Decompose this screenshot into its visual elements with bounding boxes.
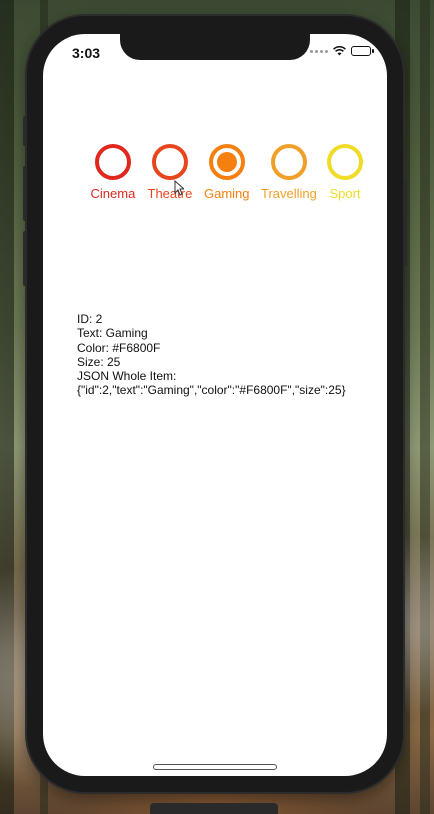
info-json-heading: JSON Whole Item: [77, 369, 177, 384]
home-indicator[interactable] [153, 764, 277, 770]
radio-selected-dot-icon [216, 152, 237, 172]
notch [120, 34, 310, 60]
volume-up-button [23, 166, 27, 221]
selector-item-label: Gaming [204, 186, 250, 201]
selector-item-label: Theatre [147, 186, 193, 201]
radio-ring-icon [208, 144, 245, 180]
selector-item-label: Cinema [90, 186, 136, 201]
radio-ring-icon [270, 144, 307, 180]
wifi-icon [333, 46, 346, 56]
selector-item-theatre[interactable]: Theatre [147, 144, 193, 201]
signal-icon [310, 49, 328, 53]
status-icons [310, 46, 374, 56]
mute-switch [23, 116, 27, 146]
info-color: Color: #F6800F [77, 340, 161, 355]
radio-ring-icon [327, 144, 363, 180]
info-size: Size: 25 [77, 354, 121, 369]
selector-item-gaming[interactable]: Gaming [204, 144, 250, 201]
info-text: Text: Gaming [77, 326, 148, 341]
phone-frame: 3:03 Cinema Theatre Gaming Travelling Sport … [23, 16, 407, 792]
selection-info: ID: 2 Text: Gaming Color: #F6800F Size: … [77, 312, 346, 398]
battery-icon [351, 46, 374, 56]
power-button [403, 181, 407, 266]
selector-item-travelling[interactable]: Travelling [261, 144, 317, 201]
selector-item-label: Travelling [261, 186, 317, 201]
status-time: 3:03 [72, 45, 101, 61]
volume-down-button [23, 231, 27, 286]
selector-item-cinema[interactable]: Cinema [90, 144, 136, 201]
app-screen: 3:03 Cinema Theatre Gaming Travelling Sport … [43, 34, 387, 776]
radio-ring-icon [151, 144, 188, 180]
selector-item-sport[interactable]: Sport [327, 144, 363, 201]
radio-ring-icon [94, 144, 131, 180]
info-id: ID: 2 [77, 312, 103, 326]
simulator-bottom-bar [150, 803, 278, 814]
interest-selector: Cinema Theatre Gaming Travelling Sport [79, 144, 369, 214]
mouse-pointer-icon [174, 180, 184, 196]
info-json-value: {"id":2,"text":"Gaming","color":"#F6800F… [77, 383, 346, 398]
selector-item-label: Sport [329, 186, 361, 201]
